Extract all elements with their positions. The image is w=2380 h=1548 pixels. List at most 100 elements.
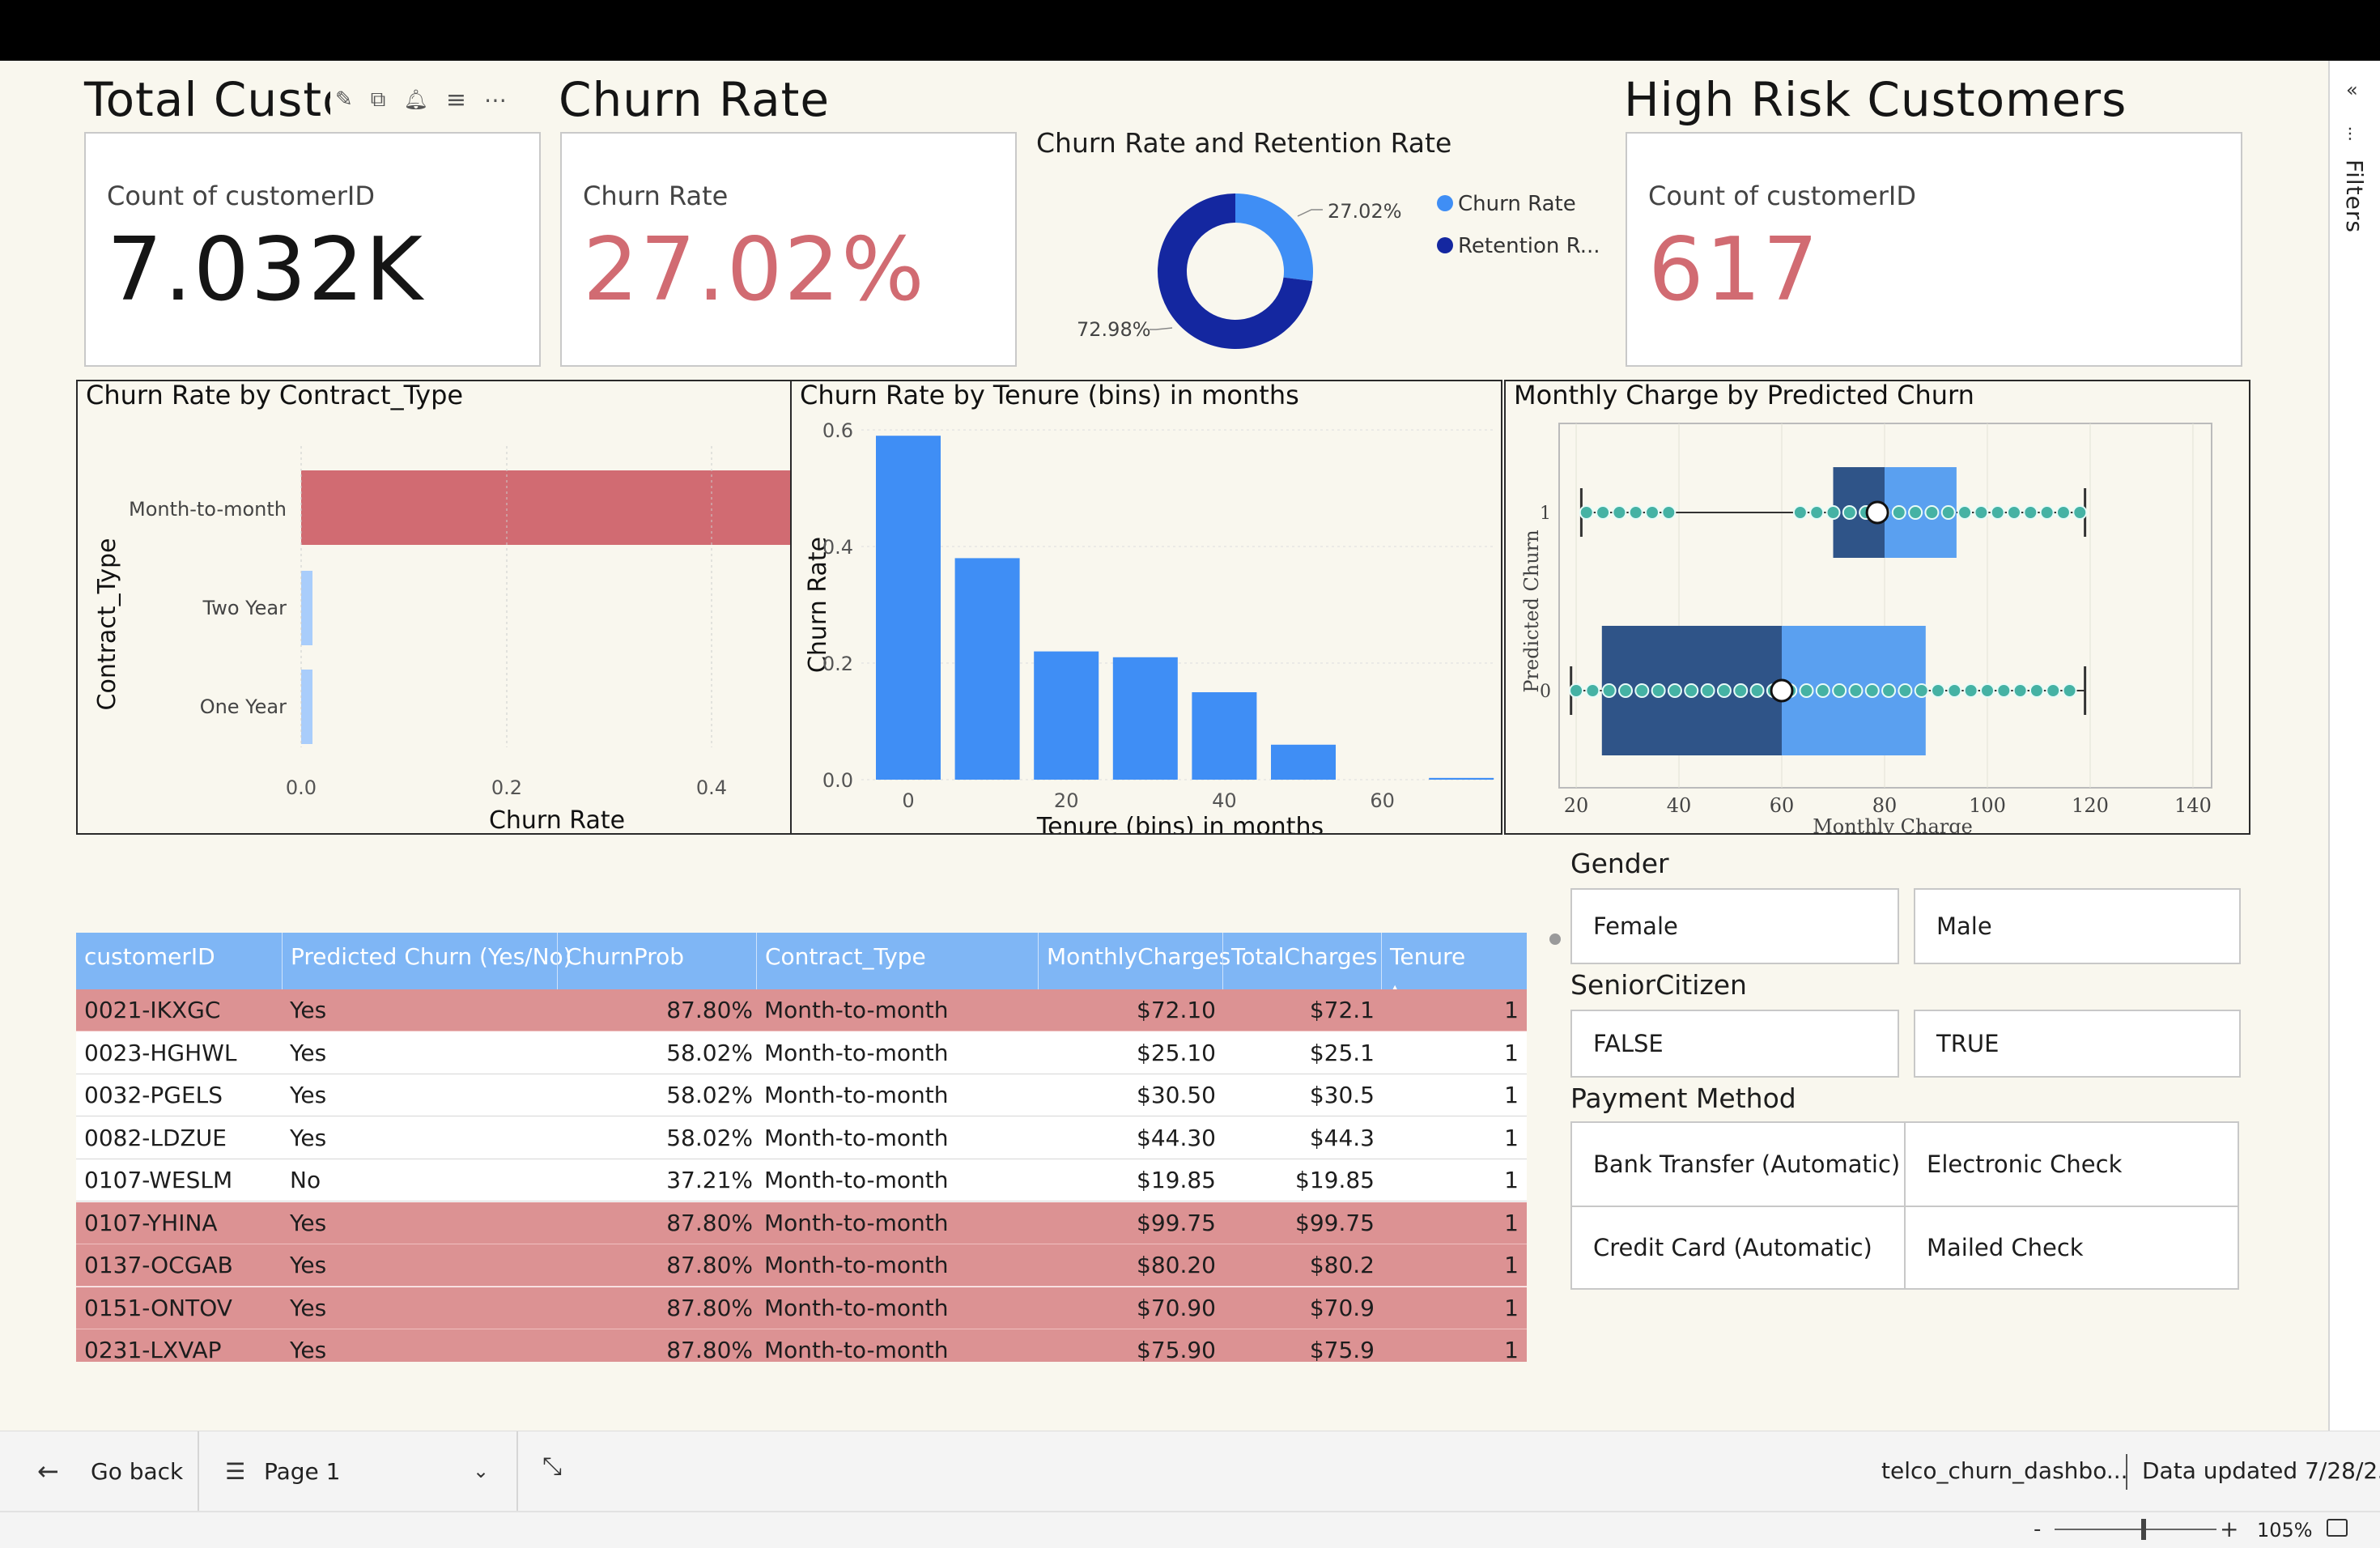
table-row[interactable]: 0151-ONTOV Yes 87.80% Month-to-month $70.90 $… — [76, 1286, 1527, 1329]
data-point — [2072, 505, 2088, 520]
go-back-button[interactable]: ← Go back — [0, 1431, 198, 1511]
data-point — [1832, 683, 1847, 698]
table-cell: 58.02% — [666, 1124, 753, 1151]
more-options-icon[interactable]: ⋯ — [484, 87, 507, 113]
payment-option-credit-card[interactable]: Credit Card (Automatic) — [1572, 1207, 1904, 1288]
col-header-monthlycharges[interactable]: MonthlyCharges — [1038, 933, 1230, 989]
table-row[interactable]: 0137-OCGAB Yes 87.80% Month-to-month $80.20 $… — [76, 1244, 1527, 1286]
copy-icon[interactable]: ⧉ — [371, 87, 386, 113]
table-row[interactable]: 0107-WESLM No 37.21% Month-to-month $19.85 $1… — [76, 1159, 1527, 1201]
arrow-left-icon: ← — [37, 1456, 59, 1486]
contract-chart: Contract_Type Month-to-month Two Year One Y… — [93, 446, 790, 835]
tenure-visual[interactable]: Churn Rate by Tenure (bins) in months Ch… — [790, 380, 1502, 835]
total-customers-card[interactable]: Count of customerID 7.032K — [84, 132, 541, 367]
contract-type-visual[interactable]: Churn Rate by Contract_Type Contract_Typ… — [76, 380, 792, 835]
zoom-slider[interactable] — [2055, 1519, 2216, 1540]
senior-option-false[interactable]: FALSE — [1570, 1010, 1899, 1078]
divider — [516, 1431, 518, 1511]
col-header-customerid[interactable]: customerID — [76, 933, 282, 989]
filters-pane[interactable]: « ⫶ Filters — [2328, 61, 2380, 1431]
payment-option-bank-transfer[interactable]: Bank Transfer (Automatic) — [1572, 1123, 1904, 1206]
donut-visual[interactable]: Churn Rate and Retention Rate 27.02% 72.… — [1028, 127, 1619, 370]
page-label: Page 1 — [264, 1457, 341, 1485]
bar — [876, 436, 941, 780]
col-header-churnprob[interactable]: ChurnProb — [557, 933, 756, 989]
senior-slicer-title: SeniorCitizen — [1570, 969, 1747, 1001]
data-point — [1996, 683, 2012, 698]
table-row[interactable]: 0021-IKXGC Yes 87.80% Month-to-month $72.10 $… — [76, 989, 1527, 1031]
payment-option-electronic-check[interactable]: Electronic Check — [1906, 1123, 2238, 1206]
table-row[interactable]: 0023-HGHWL Yes 58.02% Month-to-month $25.10 $… — [76, 1031, 1527, 1074]
data-point — [1914, 683, 1929, 698]
table-cell: $30.5 — [1309, 1082, 1375, 1108]
x-tick-label: 120 — [2072, 794, 2109, 817]
table-cell: 1 — [1504, 1252, 1519, 1278]
y-axis-label: Contract_Type — [93, 538, 121, 711]
table-row[interactable]: 0082-LDZUE Yes 58.02% Month-to-month $44.30 $… — [76, 1116, 1527, 1159]
table-cell: $80.20 — [1137, 1252, 1216, 1278]
table-cell: $99.75 — [1295, 1209, 1375, 1236]
data-point — [1601, 683, 1617, 698]
data-point — [2055, 505, 2071, 520]
minimize-icon[interactable]: ⤡ — [542, 1452, 562, 1481]
table-cell: Yes — [290, 1337, 327, 1362]
table-cell: Month-to-month — [764, 1294, 949, 1321]
col-header-contract-type[interactable]: Contract_Type — [756, 933, 1038, 989]
monthly-charge-visual[interactable]: Monthly Charge by Predicted Churn 20 40 60… — [1504, 380, 2250, 835]
col-header-tenure[interactable]: Tenure ▲ — [1381, 933, 1527, 997]
payment-slicer-title: Payment Method — [1570, 1082, 1796, 1114]
filters-label[interactable]: Filters — [2341, 159, 2368, 233]
table-row[interactable]: 0107-YHINA Yes 87.80% Month-to-month $99.75 $… — [76, 1201, 1527, 1244]
senior-option-true[interactable]: TRUE — [1914, 1010, 2241, 1078]
data-point — [1618, 683, 1633, 698]
bar — [301, 571, 312, 645]
card-value: 7.032K — [107, 219, 425, 321]
data-point — [1612, 505, 1627, 520]
pin-icon[interactable]: ✎ — [335, 87, 353, 112]
y-axis-label: Predicted Churn — [1520, 529, 1543, 692]
gender-slicer-title: Gender — [1570, 848, 1669, 879]
card-label: Count of customerID — [1648, 181, 1916, 211]
file-name[interactable]: telco_churn_dashbo... — [1881, 1457, 2128, 1484]
data-point — [1733, 683, 1749, 698]
gender-option-male[interactable]: Male — [1914, 888, 2241, 964]
payment-option-mailed-check[interactable]: Mailed Check — [1906, 1207, 2238, 1288]
table-row[interactable]: 0231-LXVAP Yes 87.80% Month-to-month $75.90 $… — [76, 1329, 1527, 1362]
data-point — [1931, 683, 1946, 698]
collapse-chevron-icon[interactable]: « — [2346, 79, 2358, 101]
bar — [301, 670, 312, 744]
divider — [0, 1511, 2380, 1512]
zoom-out-button[interactable]: - — [2034, 1517, 2041, 1542]
x-tick-label: 0.4 — [696, 776, 727, 799]
scrollbar-handle[interactable] — [1549, 933, 1561, 945]
table-cell: $25.1 — [1309, 1039, 1375, 1066]
table-row[interactable]: 0032-PGELS Yes 58.02% Month-to-month $30.50 $… — [76, 1074, 1527, 1116]
y-tick-label: 0.6 — [822, 419, 853, 442]
table-cell: Yes — [290, 1039, 327, 1066]
page-selector[interactable]: ☰ Page 1 ⌄ — [199, 1431, 516, 1511]
fit-to-page-icon[interactable] — [2327, 1519, 2348, 1537]
col-header-predicted-churn[interactable]: Predicted Churn (Yes/No) — [282, 933, 572, 989]
table-cell: 0151-ONTOV — [84, 1294, 232, 1321]
data-point — [1940, 505, 1956, 520]
table-cell: $72.10 — [1137, 997, 1216, 1023]
table-cell: Month-to-month — [764, 1209, 949, 1236]
col-header-totalcharges[interactable]: TotalCharges — [1222, 933, 1381, 989]
table-cell: $44.30 — [1137, 1124, 1216, 1151]
customer-table[interactable]: customerID Predicted Churn (Yes/No) Chur… — [76, 933, 1527, 1362]
zoom-in-button[interactable]: + — [2220, 1516, 2238, 1542]
zoom-slider-thumb[interactable] — [2141, 1519, 2146, 1540]
x-axis-label: Churn Rate — [489, 806, 625, 835]
zoom-level: 105% — [2257, 1519, 2313, 1542]
data-point — [1881, 683, 1897, 698]
filter-icon[interactable]: ≡ — [446, 86, 466, 114]
high-risk-card[interactable]: Count of customerID 617 — [1626, 132, 2242, 367]
churn-rate-card[interactable]: Churn Rate 27.02% — [560, 132, 1017, 367]
table-cell: 0231-LXVAP — [84, 1337, 222, 1362]
payment-slicer-grid: Bank Transfer (Automatic) Electronic Che… — [1570, 1121, 2239, 1290]
gender-option-female[interactable]: Female — [1570, 888, 1899, 964]
bell-icon[interactable]: 🔔︎ — [403, 88, 427, 111]
data-point — [1799, 683, 1814, 698]
x-tick-label: 0.0 — [286, 776, 317, 799]
table-cell: Month-to-month — [764, 1082, 949, 1108]
